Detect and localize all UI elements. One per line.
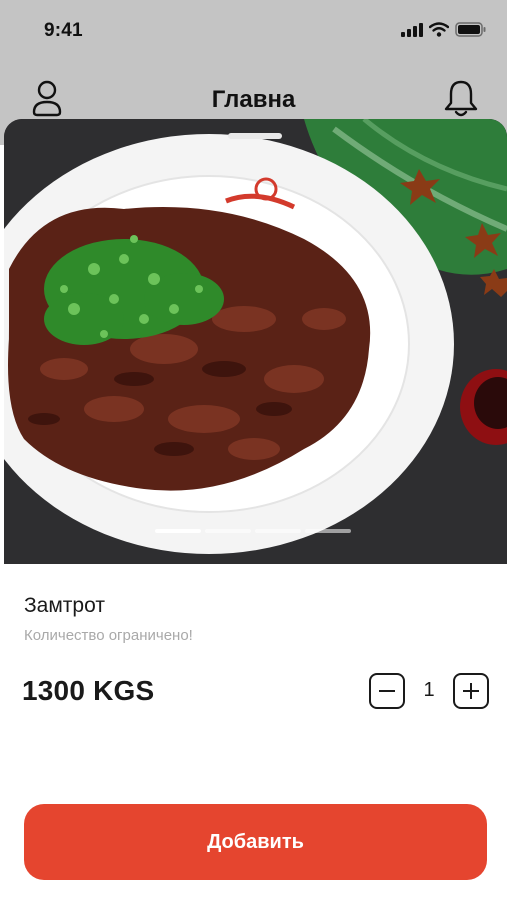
quantity-value: 1 (423, 679, 435, 701)
carousel-dot[interactable] (305, 529, 351, 533)
product-screen: 9:41 Главна Замтрот Количество ограничен… (0, 0, 507, 900)
product-price: 1300 KGS (22, 675, 155, 706)
page-title: Главна (211, 86, 296, 113)
sheet-grabber[interactable] (228, 133, 282, 139)
carousel-dot[interactable] (205, 529, 251, 533)
status-icons (401, 22, 487, 37)
wifi-icon (429, 22, 449, 37)
carousel-dot-active[interactable] (155, 529, 201, 533)
plus-icon-vertical (470, 683, 472, 699)
bell-icon (444, 80, 478, 117)
product-image[interactable] (4, 119, 507, 564)
minus-icon (379, 690, 395, 692)
carousel-indicator (155, 529, 351, 533)
signal-icon (401, 22, 423, 37)
status-time: 9:41 (44, 20, 83, 41)
quantity-stepper: 1 (369, 673, 489, 709)
increase-quantity-button[interactable] (453, 673, 489, 709)
decrease-quantity-button[interactable] (369, 673, 405, 709)
add-to-cart-button[interactable]: Добавить (24, 804, 487, 880)
battery-icon (455, 22, 486, 37)
availability-note: Количество ограничено! (24, 627, 193, 644)
carousel-dot[interactable] (255, 529, 301, 533)
product-name: Замтрот (24, 594, 105, 617)
notifications-button[interactable] (443, 78, 479, 118)
status-bar: 9:41 (0, 0, 507, 62)
